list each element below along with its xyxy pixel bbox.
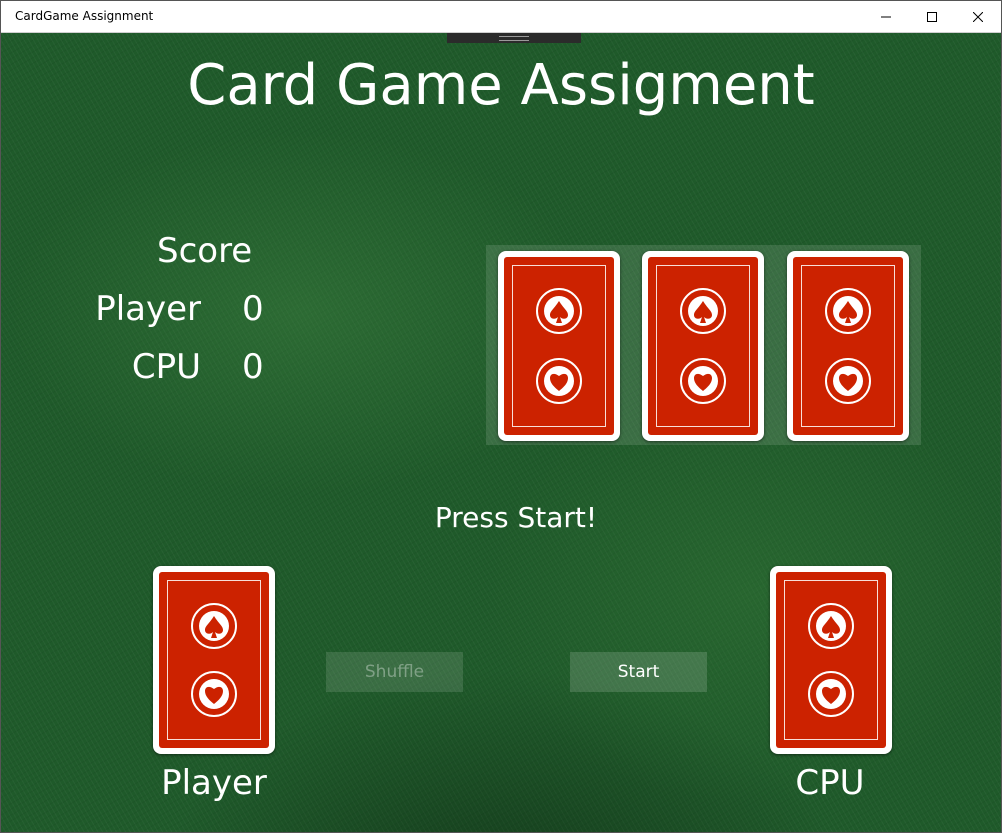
app-bar-handle[interactable] xyxy=(447,33,581,43)
card-back xyxy=(793,257,903,435)
close-icon xyxy=(973,11,983,22)
maximize-button[interactable] xyxy=(909,1,955,32)
title-bar[interactable]: CardGame Assignment xyxy=(1,1,1001,33)
card-emblem-icon xyxy=(191,603,237,717)
close-button[interactable] xyxy=(955,1,1001,32)
card-emblem-icon xyxy=(808,603,854,717)
page-title: Card Game Assigment xyxy=(187,53,815,118)
window-title: CardGame Assignment xyxy=(15,9,154,23)
card-emblem-icon xyxy=(680,288,726,404)
deck-card[interactable] xyxy=(642,251,764,441)
player-score-label: Player xyxy=(95,289,201,329)
card-emblem-icon xyxy=(825,288,871,404)
deck-card[interactable] xyxy=(498,251,620,441)
cpu-score-value: 0 xyxy=(242,347,264,387)
maximize-icon xyxy=(927,11,937,22)
card-back xyxy=(504,257,614,435)
player-score-value: 0 xyxy=(242,289,264,329)
card-back xyxy=(776,572,886,748)
start-button[interactable]: Start xyxy=(570,652,707,692)
minimize-button[interactable] xyxy=(863,1,909,32)
status-message: Press Start! xyxy=(434,501,598,534)
player-hand-label: Player xyxy=(161,763,267,803)
cpu-card[interactable] xyxy=(770,566,892,754)
score-title: Score xyxy=(157,231,253,271)
app-window: CardGame Assignment Card Game Assigment … xyxy=(0,0,1002,833)
shuffle-button[interactable]: Shuffle xyxy=(326,652,463,692)
player-card[interactable] xyxy=(153,566,275,754)
card-back xyxy=(159,572,269,748)
card-back xyxy=(648,257,758,435)
cpu-hand-label: CPU xyxy=(795,763,865,803)
card-emblem-icon xyxy=(536,288,582,404)
minimize-icon xyxy=(881,16,891,17)
deck-card[interactable] xyxy=(787,251,909,441)
cpu-score-label: CPU xyxy=(131,347,201,387)
